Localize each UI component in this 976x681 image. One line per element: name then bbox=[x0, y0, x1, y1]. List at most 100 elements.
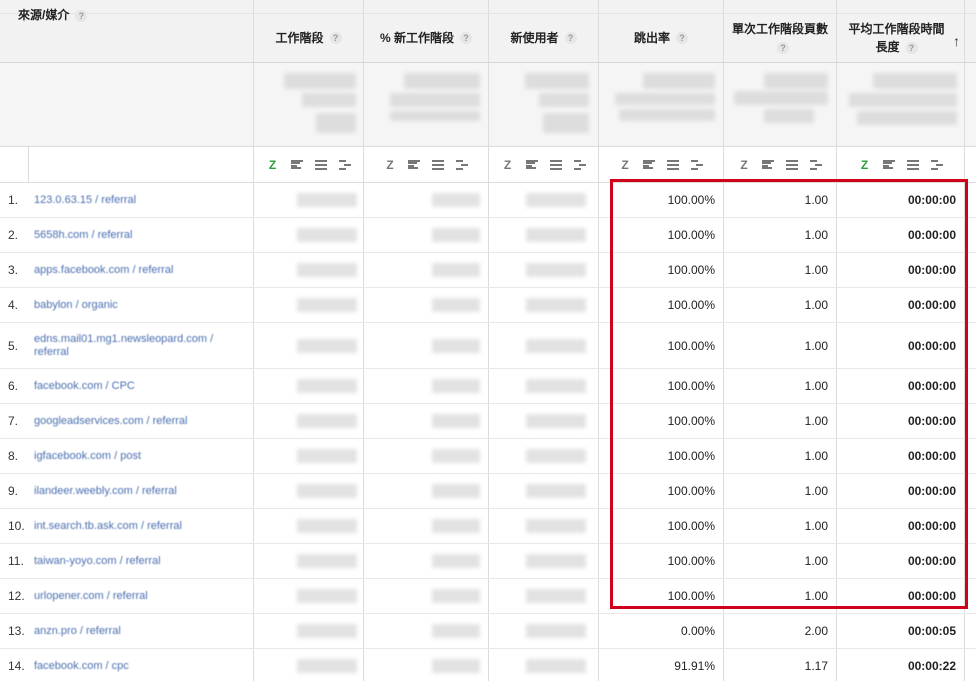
percentage-icon[interactable] bbox=[432, 159, 444, 170]
comparison-icon[interactable] bbox=[810, 159, 822, 170]
source-medium-link[interactable]: int.search.tb.ask.com / referral bbox=[34, 520, 182, 533]
pages-per-session-cell: 1.17 bbox=[724, 649, 837, 681]
z-score-icon[interactable]: Z bbox=[267, 158, 279, 172]
comparison-icon[interactable] bbox=[338, 159, 351, 170]
source-medium-link[interactable]: 5658h.com / referral bbox=[34, 229, 132, 242]
bounce-rate-cell: 100.00% bbox=[599, 474, 724, 508]
new-sessions-cell bbox=[364, 579, 489, 613]
percentage-icon[interactable] bbox=[549, 159, 562, 170]
bar-chart-icon[interactable] bbox=[525, 159, 538, 170]
z-score-icon[interactable]: Z bbox=[502, 158, 514, 172]
new-sessions-cell bbox=[364, 439, 489, 473]
bar-chart-icon[interactable] bbox=[408, 159, 420, 170]
help-icon[interactable]: ? bbox=[75, 10, 88, 22]
pages-per-session-cell: 1.00 bbox=[724, 288, 837, 322]
z-score-icon[interactable]: Z bbox=[738, 158, 750, 172]
bar-chart-icon[interactable] bbox=[762, 159, 774, 170]
dimension-cell: 13. anzn.pro / referral bbox=[0, 614, 254, 648]
source-medium-link[interactable]: igfacebook.com / post bbox=[34, 450, 141, 463]
z-score-icon[interactable]: Z bbox=[859, 158, 871, 172]
col-sessions-header[interactable]: 工作階段? bbox=[254, 14, 364, 62]
dimension-cell: 2. 5658h.com / referral bbox=[0, 218, 254, 252]
source-medium-link[interactable]: babylon / organic bbox=[34, 299, 118, 312]
source-medium-link[interactable]: taiwan-yoyo.com / referral bbox=[34, 555, 161, 568]
avg-duration-cell: 00:00:00 bbox=[837, 439, 965, 473]
viz-controls: Z bbox=[254, 147, 364, 182]
dimension-cell: 10. int.search.tb.ask.com / referral bbox=[0, 509, 254, 543]
dimension-cell: 9. ilandeer.weebly.com / referral bbox=[0, 474, 254, 508]
pages-per-session-cell: 1.00 bbox=[724, 323, 837, 368]
col-new-users-header[interactable]: 新使用者? bbox=[489, 14, 599, 62]
header-top-strip bbox=[0, 0, 976, 14]
new-users-cell bbox=[489, 649, 599, 681]
comparison-icon[interactable] bbox=[573, 159, 586, 170]
table-row: 10. int.search.tb.ask.com / referral 100.0… bbox=[0, 509, 976, 544]
percentage-icon[interactable] bbox=[786, 159, 798, 170]
source-medium-link[interactable]: facebook.com / CPC bbox=[34, 380, 135, 393]
bounce-rate-cell: 100.00% bbox=[599, 253, 724, 287]
bar-chart-icon[interactable] bbox=[643, 159, 655, 170]
col-avg-duration-header[interactable]: 平均工作階段時間長度? ↑ bbox=[837, 14, 965, 62]
help-icon[interactable]: ? bbox=[676, 32, 688, 44]
bounce-rate-cell: 0.00% bbox=[599, 614, 724, 648]
sessions-cell bbox=[254, 404, 364, 438]
source-medium-link[interactable]: ilandeer.weebly.com / referral bbox=[34, 485, 177, 498]
comparison-icon[interactable] bbox=[930, 159, 943, 170]
new-users-cell bbox=[489, 614, 599, 648]
pages-per-session-cell: 1.00 bbox=[724, 509, 837, 543]
sessions-cell bbox=[254, 288, 364, 322]
help-icon[interactable]: ? bbox=[564, 32, 577, 44]
new-users-cell bbox=[489, 183, 599, 217]
sessions-cell bbox=[254, 614, 364, 648]
source-medium-link[interactable]: 123.0.63.15 / referral bbox=[34, 194, 136, 207]
new-users-cell bbox=[489, 288, 599, 322]
percentage-icon[interactable] bbox=[314, 159, 327, 170]
viz-controls: Z bbox=[599, 147, 724, 182]
percentage-icon[interactable] bbox=[906, 159, 919, 170]
dimension-title[interactable]: 來源/媒介? bbox=[18, 6, 88, 23]
new-users-cell bbox=[489, 474, 599, 508]
z-score-icon[interactable]: Z bbox=[619, 158, 631, 172]
source-medium-link[interactable]: anzn.pro / referral bbox=[34, 625, 121, 638]
column-header-row: 工作階段? % 新工作階段? 新使用者? 跳出率? 單次工作階段頁數? 平均工作… bbox=[0, 14, 976, 63]
col-bounce-rate-header[interactable]: 跳出率? bbox=[599, 14, 724, 62]
col-label: 跳出率 bbox=[633, 31, 670, 45]
bar-chart-icon[interactable] bbox=[882, 159, 895, 170]
source-medium-link[interactable]: facebook.com / cpc bbox=[34, 660, 129, 673]
z-score-icon[interactable]: Z bbox=[384, 158, 396, 172]
new-sessions-cell bbox=[364, 544, 489, 578]
sessions-cell bbox=[254, 439, 364, 473]
sort-ascending-icon[interactable]: ↑ bbox=[953, 32, 960, 50]
help-icon[interactable]: ? bbox=[460, 32, 472, 44]
dimension-cell: 6. facebook.com / CPC bbox=[0, 369, 254, 403]
bounce-rate-cell: 100.00% bbox=[599, 369, 724, 403]
help-icon[interactable]: ? bbox=[905, 42, 918, 54]
new-users-cell bbox=[489, 404, 599, 438]
table-row: 11. taiwan-yoyo.com / referral 100.00% 1.00… bbox=[0, 544, 976, 579]
source-medium-link[interactable]: apps.facebook.com / referral bbox=[34, 264, 173, 277]
table-row: 9. ilandeer.weebly.com / referral 100.00% 1… bbox=[0, 474, 976, 509]
new-sessions-cell bbox=[364, 323, 489, 368]
comparison-icon[interactable] bbox=[456, 159, 468, 170]
avg-duration-cell: 00:00:00 bbox=[837, 579, 965, 613]
table-row: 3. apps.facebook.com / referral 100.00% 1.0… bbox=[0, 253, 976, 288]
comparison-icon[interactable] bbox=[691, 159, 703, 170]
source-medium-link[interactable]: edns.mail01.mg1.newsleopard.com / referr… bbox=[34, 333, 244, 359]
row-index: 6. bbox=[8, 379, 19, 393]
avg-duration-cell: 00:00:00 bbox=[837, 369, 965, 403]
row-index: 12. bbox=[8, 589, 25, 603]
bar-chart-icon[interactable] bbox=[290, 159, 303, 170]
source-medium-link[interactable]: urlopener.com / referral bbox=[34, 590, 148, 603]
pages-per-session-cell: 1.00 bbox=[724, 439, 837, 473]
col-pages-per-session-header[interactable]: 單次工作階段頁數? bbox=[724, 14, 837, 62]
dimension-cell: 5. edns.mail01.mg1.newsleopard.com / refe… bbox=[0, 323, 254, 368]
source-medium-link[interactable]: googleadservices.com / referral bbox=[34, 415, 187, 428]
percentage-icon[interactable] bbox=[667, 159, 679, 170]
help-icon[interactable]: ? bbox=[329, 32, 342, 44]
dimension-label: 來源/媒介 bbox=[18, 8, 70, 22]
row-index: 3. bbox=[8, 263, 19, 277]
col-new-sessions-header[interactable]: % 新工作階段? bbox=[364, 14, 489, 62]
table-row: 1. 123.0.63.15 / referral 100.00% 1.00 00:00… bbox=[0, 183, 976, 218]
help-icon[interactable]: ? bbox=[777, 42, 789, 54]
bounce-rate-cell: 100.00% bbox=[599, 509, 724, 543]
